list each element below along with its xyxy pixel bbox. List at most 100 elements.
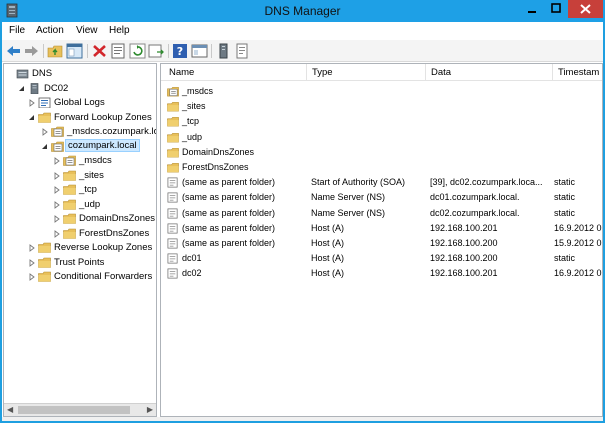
collapsed-arrow-icon[interactable] — [53, 229, 61, 238]
spacer — [6, 70, 14, 78]
delete-icon[interactable] — [91, 43, 108, 59]
help-icon[interactable]: ? — [172, 43, 189, 59]
collapsed-arrow-icon[interactable] — [28, 258, 36, 267]
cell-timestamp: 16.9.2012 0 — [554, 222, 602, 233]
folder-icon — [38, 242, 51, 253]
collapsed-arrow-icon[interactable] — [53, 171, 61, 180]
list-row[interactable]: ForestDnsZones — [161, 160, 602, 175]
console-view-icon[interactable] — [191, 43, 208, 59]
console-tree[interactable]: DNS DC02 Global Logs Forward Lookup Zones _m… — [3, 63, 157, 417]
forward-icon[interactable] — [23, 43, 40, 59]
cell-name: (same as parent folder) — [182, 207, 276, 218]
folder-icon — [167, 163, 179, 173]
tree-node-label: cozumpark.local — [65, 138, 140, 152]
folder-icon — [167, 132, 179, 142]
cell-timestamp: static — [554, 192, 576, 203]
toolbar-separator — [87, 44, 88, 58]
cell-timestamp: static — [554, 253, 576, 264]
window-frame: File Action View Help ? DNS DC02 Global Lo… — [2, 22, 603, 421]
tree-node-label: DC02 — [44, 82, 69, 94]
tree-node-label: _sites — [79, 169, 104, 181]
tree-node-label: DomainDnsZones — [79, 213, 156, 224]
maximize-button[interactable] — [544, 0, 568, 18]
tree-node-label: _tcp — [79, 184, 97, 195]
menu-file[interactable]: File — [9, 25, 25, 36]
list-header: Name Type Data Timestam — [161, 64, 602, 81]
list-row[interactable]: DomainDnsZones — [161, 145, 602, 160]
column-divider[interactable] — [552, 64, 553, 81]
column-divider[interactable] — [425, 64, 426, 81]
status-bar — [2, 417, 603, 421]
list-row[interactable]: (same as parent folder) Start of Authorit… — [161, 175, 602, 190]
refresh-icon[interactable] — [129, 43, 146, 59]
collapsed-arrow-icon[interactable] — [53, 186, 61, 194]
minimize-button[interactable] — [520, 0, 544, 18]
column-divider[interactable] — [306, 64, 307, 81]
tree-horizontal-scrollbar[interactable]: ◀ ▶ — [4, 403, 156, 416]
show-hide-tree-icon[interactable] — [66, 43, 83, 59]
list-row[interactable]: (same as parent folder) Name Server (NS) d… — [161, 190, 602, 205]
collapsed-arrow-icon[interactable] — [41, 128, 49, 136]
new-record-icon[interactable] — [234, 43, 251, 59]
svg-text:?: ? — [177, 45, 183, 58]
cell-name: dc01 — [182, 253, 202, 264]
cell-timestamp: 16.9.2012 0 — [554, 268, 602, 279]
folder-icon — [167, 102, 179, 112]
collapsed-arrow-icon[interactable] — [53, 157, 61, 165]
scroll-right-icon[interactable]: ▶ — [147, 405, 153, 414]
tree-node-label: DNS — [32, 68, 53, 79]
collapsed-arrow-icon[interactable] — [28, 99, 36, 107]
title-bar: DNS Manager — [0, 0, 605, 22]
menu-view[interactable]: View — [76, 25, 98, 36]
dns-icon — [16, 69, 29, 79]
collapsed-arrow-icon[interactable] — [53, 200, 61, 209]
expanded-arrow-icon[interactable] — [18, 85, 26, 93]
column-header-data[interactable]: Data — [431, 67, 451, 78]
collapsed-arrow-icon[interactable] — [28, 244, 36, 252]
column-header-timestamp[interactable]: Timestam — [558, 67, 599, 78]
list-row[interactable]: _msdcs — [161, 84, 602, 99]
records-list[interactable]: Name Type Data Timestam _msdcs _sites _tcp… — [160, 63, 603, 417]
list-row[interactable]: (same as parent folder) Name Server (NS) d… — [161, 206, 602, 221]
folder-icon — [38, 271, 51, 282]
collapsed-arrow-icon[interactable] — [53, 215, 61, 223]
list-row[interactable]: (same as parent folder) Host (A) 192.168.1… — [161, 236, 602, 251]
cell-data: 192.168.100.201 — [430, 222, 498, 233]
list-row[interactable]: _sites — [161, 99, 602, 114]
zone-icon — [63, 155, 76, 166]
column-header-type[interactable]: Type — [312, 67, 333, 78]
cell-name: _tcp — [182, 116, 200, 127]
list-row[interactable]: _tcp — [161, 114, 602, 129]
up-folder-icon[interactable] — [47, 43, 64, 59]
cell-name: _msdcs — [182, 86, 214, 96]
folder-icon — [63, 199, 76, 210]
tree-node-label: Conditional Forwarders — [54, 271, 153, 282]
scroll-thumb[interactable] — [18, 406, 130, 414]
column-header-name[interactable]: Name — [169, 67, 194, 78]
server-icon — [30, 82, 39, 94]
menu-action[interactable]: Action — [36, 25, 64, 36]
toolbar-separator — [211, 44, 212, 58]
menu-help[interactable]: Help — [109, 25, 130, 36]
minimize-icon — [528, 11, 536, 13]
cell-type: Host (A) — [311, 222, 345, 233]
folder-icon — [167, 147, 179, 158]
tree-node-label: Trust Points — [54, 256, 105, 268]
list-row[interactable]: dc01 Host (A) 192.168.100.200 static — [161, 251, 602, 266]
server-icon[interactable] — [215, 43, 232, 59]
folder-icon — [63, 184, 76, 195]
close-button[interactable] — [568, 0, 603, 18]
scroll-left-icon[interactable]: ◀ — [7, 405, 13, 414]
list-row[interactable]: _udp — [161, 130, 602, 145]
back-icon[interactable] — [5, 43, 22, 59]
logs-icon — [38, 97, 51, 108]
record-icon — [167, 238, 178, 249]
expanded-arrow-icon[interactable] — [41, 143, 49, 151]
export-list-icon[interactable] — [148, 43, 165, 59]
list-row[interactable]: (same as parent folder) Host (A) 192.168.1… — [161, 221, 602, 236]
list-row[interactable]: dc02 Host (A) 192.168.100.201 16.9.2012 0 — [161, 266, 602, 281]
properties-icon[interactable] — [110, 43, 127, 59]
expanded-arrow-icon[interactable] — [28, 114, 36, 122]
cell-timestamp: 15.9.2012 0 — [554, 238, 602, 248]
collapsed-arrow-icon[interactable] — [28, 273, 36, 281]
